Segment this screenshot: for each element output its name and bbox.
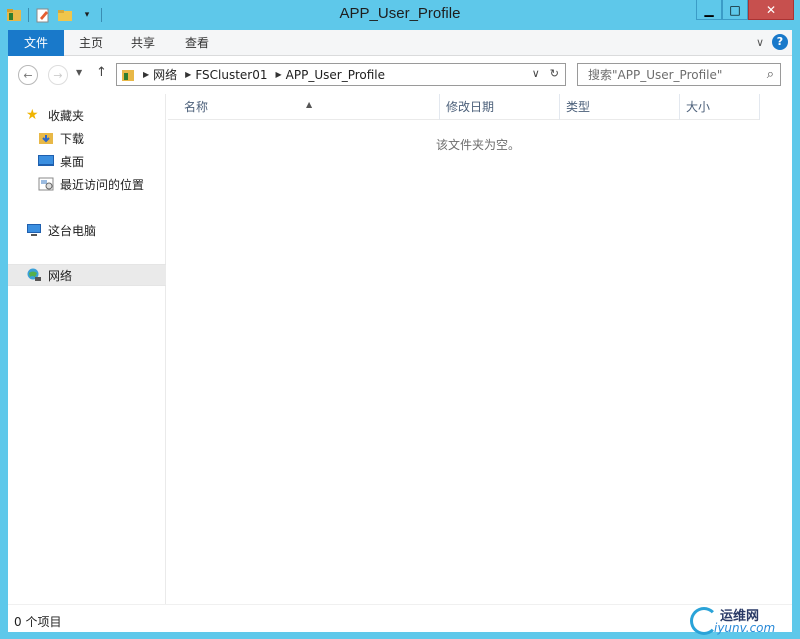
main-content: ★ 收藏夹 下载 桌面 最近访问的位置 这台电脑 网络 ▲ 名称 修改日期 类型… [8, 94, 792, 604]
file-list-pane: ▲ 名称 修改日期 类型 大小 该文件夹为空。 [168, 94, 792, 604]
search-box[interactable]: ⌕ [577, 63, 781, 86]
window-title: APP_User_Profile [339, 5, 461, 22]
nav-item-this-pc[interactable]: 这台电脑 [8, 219, 166, 241]
status-bar: 0 个项目 运维网 iyunv.com [8, 604, 792, 635]
back-arrow-icon: ← [23, 68, 33, 82]
column-header-size[interactable]: 大小 [680, 94, 760, 120]
help-icon[interactable]: ? [772, 34, 788, 50]
explorer-window: ▾ APP_User_Profile ▁ □ ✕ 文件 主页 共享 查看 ∨ ?… [0, 0, 800, 639]
forward-button[interactable]: → [48, 65, 68, 85]
back-button[interactable]: ← [18, 65, 38, 85]
title-bar: ▾ APP_User_Profile ▁ □ ✕ [0, 0, 800, 30]
tab-share[interactable]: 共享 [118, 30, 168, 56]
desktop-icon [38, 154, 54, 168]
address-tools: ∨ ↻ [532, 67, 559, 80]
column-header-label: 大小 [686, 100, 711, 114]
nav-item-label: 下载 [60, 131, 85, 146]
nav-item-network[interactable]: 网络 [8, 264, 166, 286]
star-icon: ★ [26, 107, 39, 123]
search-icon[interactable]: ⌕ [767, 67, 774, 82]
breadcrumb-separator-icon[interactable]: ▶ [185, 70, 191, 79]
computer-icon [26, 223, 42, 237]
sort-ascending-icon: ▲ [306, 100, 313, 109]
close-icon: ✕ [765, 2, 777, 17]
address-bar[interactable]: ▶ 网络 ▶ FSCluster01 ▶ APP_User_Profile ∨ … [116, 63, 566, 86]
nav-item-desktop[interactable]: 桌面 [8, 150, 166, 172]
maximize-icon: □ [729, 2, 741, 17]
tab-file[interactable]: 文件 [8, 30, 64, 56]
close-button[interactable]: ✕ [748, 0, 794, 20]
watermark-line2: iyunv.com [714, 621, 776, 635]
window-controls: ▁ □ ✕ [696, 0, 794, 20]
expand-ribbon-icon[interactable]: ∨ [756, 36, 764, 49]
item-count: 0 个项目 [14, 615, 62, 629]
nav-item-downloads[interactable]: 下载 [8, 127, 166, 149]
recent-places-icon [38, 177, 54, 191]
nav-item-label: 收藏夹 [48, 108, 85, 123]
navigation-pane: ★ 收藏夹 下载 桌面 最近访问的位置 这台电脑 网络 [8, 94, 166, 604]
search-input[interactable] [578, 64, 748, 85]
network-folder-icon [121, 67, 135, 83]
up-arrow-icon[interactable]: ↑ [96, 65, 107, 80]
address-history-chevron-icon[interactable]: ∨ [532, 67, 540, 80]
nav-item-recent-places[interactable]: 最近访问的位置 [8, 173, 166, 195]
nav-item-label: 网络 [48, 268, 73, 283]
minimize-button[interactable]: ▁ [696, 0, 722, 20]
nav-item-label: 桌面 [60, 154, 85, 169]
breadcrumb-separator-icon[interactable]: ▶ [276, 70, 282, 79]
nav-item-label: 最近访问的位置 [60, 177, 145, 192]
refresh-icon[interactable]: ↻ [550, 67, 559, 80]
tab-home[interactable]: 主页 [66, 30, 116, 56]
column-headers: ▲ 名称 修改日期 类型 大小 [168, 94, 760, 120]
column-header-label: 名称 [184, 100, 209, 114]
downloads-icon [38, 131, 54, 145]
nav-item-label: 这台电脑 [48, 223, 97, 238]
network-icon [26, 268, 42, 282]
ribbon-tabs: 文件 主页 共享 查看 ∨ ? [8, 30, 792, 56]
breadcrumb-fscluster01[interactable]: FSCluster01 [195, 68, 267, 82]
column-header-type[interactable]: 类型 [560, 94, 680, 120]
ribbon-right-controls: ∨ ? [756, 34, 788, 50]
breadcrumb-network[interactable]: 网络 [153, 66, 177, 83]
column-header-label: 修改日期 [446, 100, 495, 114]
column-header-name[interactable]: ▲ 名称 [168, 94, 440, 120]
minimize-icon: ▁ [704, 2, 714, 17]
column-header-label: 类型 [566, 100, 591, 114]
tab-view[interactable]: 查看 [172, 30, 222, 56]
empty-folder-message: 该文件夹为空。 [435, 138, 520, 152]
maximize-button[interactable]: □ [722, 0, 748, 20]
nav-item-favorites[interactable]: ★ 收藏夹 [8, 104, 166, 126]
recent-locations-chevron-icon[interactable]: ▼ [76, 68, 82, 77]
column-header-date-modified[interactable]: 修改日期 [440, 94, 560, 120]
watermark-logo: 运维网 iyunv.com [690, 605, 786, 637]
breadcrumb-separator-icon[interactable]: ▶ [143, 70, 149, 79]
breadcrumb-app-user-profile[interactable]: APP_User_Profile [286, 68, 385, 82]
forward-arrow-icon: → [53, 68, 63, 82]
navigation-bar: ← → ▼ ↑ ▶ 网络 ▶ FSCluster01 ▶ APP_User_Pr… [8, 56, 792, 94]
